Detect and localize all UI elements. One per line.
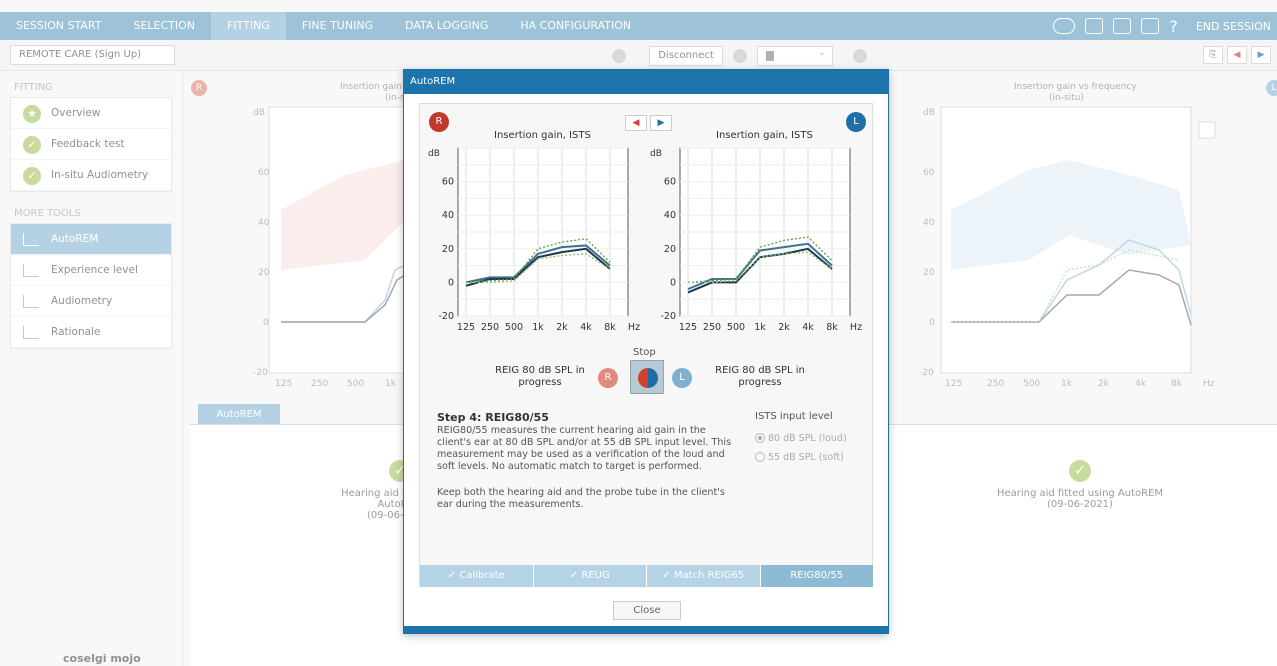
x-tick-label: Hz	[628, 322, 640, 333]
x-tick-label: 1k	[532, 322, 544, 333]
y-tick-label: 40	[442, 210, 454, 221]
radio-dot	[755, 433, 765, 443]
y-tick-label: 40	[664, 210, 676, 221]
y-tick-label: 0	[448, 277, 454, 288]
stop-button[interactable]	[630, 360, 664, 394]
x-tick-label: 4k	[580, 322, 592, 333]
x-tick-label: 500	[505, 322, 523, 333]
y-tick-label: 0	[670, 277, 676, 288]
x-tick-label: Hz	[850, 322, 862, 333]
radio-dot	[755, 452, 765, 462]
y-tick-label: 20	[664, 244, 676, 255]
x-tick-label: 4k	[802, 322, 814, 333]
measurement-controls: Stop REIG 80 dB SPL in progress R L REIG…	[420, 347, 874, 397]
step-label: REUG	[581, 570, 610, 581]
x-tick-label: 500	[727, 322, 745, 333]
step-reug[interactable]: ✓ REUG	[533, 565, 647, 587]
insertion-gain-chart-right: Insertion gain, ISTS dB -20 0 20 40 60 125 250 50…	[428, 130, 640, 333]
radio-55db[interactable]: 55 dB SPL (soft)	[755, 452, 844, 463]
step-title: Step 4: REIG80/55	[437, 411, 549, 424]
step-description: REIG80/55 measures the current hearing a…	[437, 425, 732, 472]
measure-right-button[interactable]: R	[598, 368, 618, 388]
x-tick-label: 2k	[778, 322, 790, 333]
y-tick-label: 60	[664, 177, 676, 188]
step-reig80-55[interactable]: REIG80/55	[760, 565, 874, 587]
step-instruction: Keep both the hearing aid and the probe …	[437, 487, 725, 510]
y-tick-label: 60	[442, 177, 454, 188]
y-tick-label: -20	[438, 311, 454, 322]
x-tick-label: 125	[679, 322, 697, 333]
step-label: Match REIG65	[673, 570, 745, 581]
y-tick-label: -20	[660, 311, 676, 322]
radio-80db[interactable]: 80 dB SPL (loud)	[755, 433, 847, 444]
radio-label: 55 dB SPL (soft)	[768, 452, 844, 463]
close-button[interactable]: Close	[613, 601, 681, 620]
step-label: REIG80/55	[790, 570, 844, 581]
x-tick-label: 250	[481, 322, 499, 333]
x-tick-label: 1k	[754, 322, 766, 333]
stop-icon	[638, 368, 658, 388]
step-calibrate[interactable]: ✓ Calibrate	[420, 565, 534, 587]
insertion-gain-chart-left: Insertion gain, ISTS dB -20 0 20 40 60 125 250 50…	[650, 130, 862, 333]
measure-left-button[interactable]: L	[672, 368, 692, 388]
y-tick-label: 20	[442, 244, 454, 255]
chart-title: Insertion gain, ISTS	[494, 130, 591, 141]
autorem-dialog: AutoREM R L ◀ ▶ Insertion gain, ISTS dB -20…	[403, 69, 889, 634]
step-label: Calibrate	[459, 570, 505, 581]
x-tick-label: 8k	[604, 322, 616, 333]
ists-level-title: ISTS input level	[755, 411, 833, 422]
x-tick-label: 2k	[556, 322, 568, 333]
chart-title: Insertion gain, ISTS	[716, 130, 813, 141]
radio-label: 80 dB SPL (loud)	[768, 433, 847, 444]
stop-label: Stop	[633, 347, 656, 358]
dialog-title: AutoREM	[404, 70, 888, 94]
y-unit-label: dB	[650, 149, 662, 159]
progress-right: REIG 80 dB SPL in progress	[495, 365, 585, 388]
x-tick-label: 8k	[826, 322, 838, 333]
dialog-content: R L ◀ ▶ Insertion gain, ISTS dB -20 0 20 40 60 1…	[419, 103, 874, 587]
step-match-reig65[interactable]: ✓ Match REIG65	[647, 565, 761, 587]
step-tabs: ✓ Calibrate ✓ REUG ✓ Match REIG65 REIG80…	[420, 565, 874, 587]
progress-left: REIG 80 dB SPL in progress	[715, 365, 805, 388]
dialog-footer	[404, 626, 888, 633]
y-unit-label: dB	[428, 149, 440, 159]
x-tick-label: 250	[703, 322, 721, 333]
x-tick-label: 125	[457, 322, 475, 333]
